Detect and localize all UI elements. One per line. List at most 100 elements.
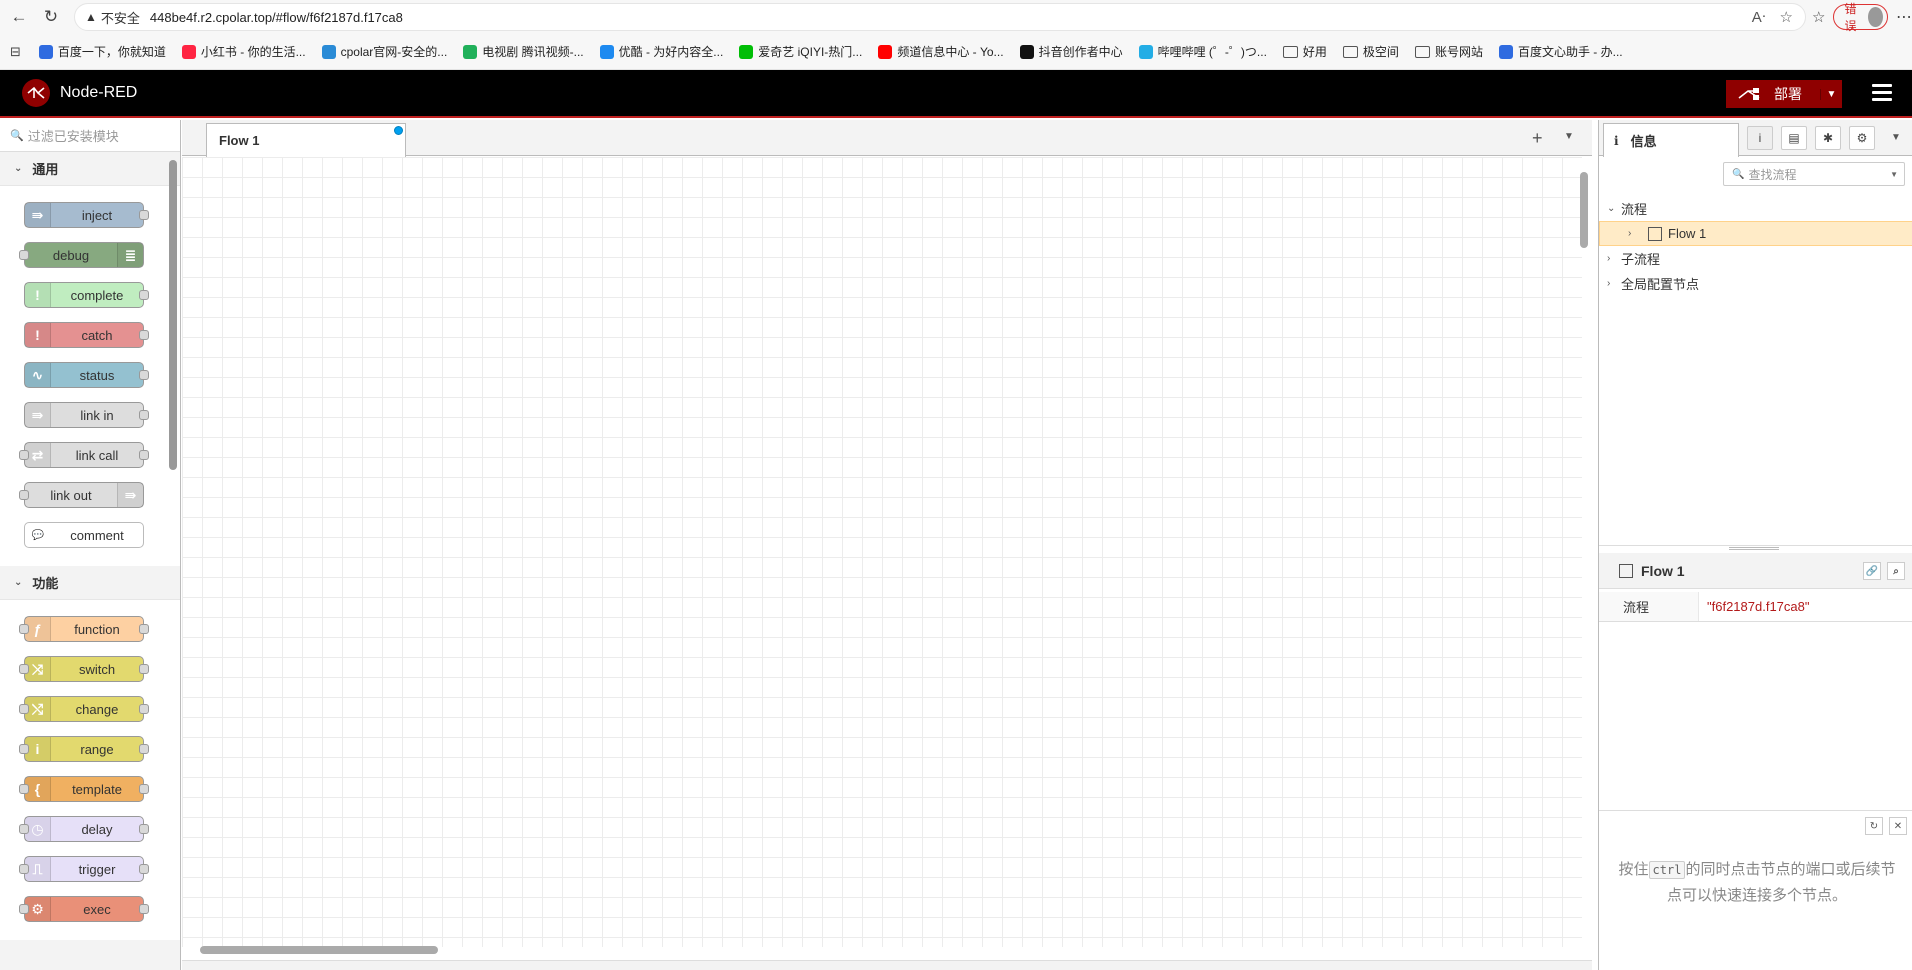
node-icon: ⇛	[25, 203, 51, 227]
palette-node[interactable]: 💬 comment	[24, 522, 144, 548]
bookmark-label: 哔哩哔哩 (゜-゜)つ...	[1157, 45, 1267, 59]
bookmark-item[interactable]: 抖音创作者中心	[1019, 43, 1123, 60]
node-output-port	[139, 624, 149, 634]
tab-info[interactable]: i 信息	[1603, 123, 1739, 157]
changed-indicator	[394, 126, 403, 135]
address-bar[interactable]: ▲ 不安全 448be4f.r2.cpolar.top/#flow/f6f218…	[74, 3, 1806, 31]
node-output-port	[139, 410, 149, 420]
back-icon[interactable]: ←	[6, 4, 32, 30]
tab-flow-1[interactable]: Flow 1	[206, 123, 406, 157]
node-input-port	[19, 744, 29, 754]
debug-bug-icon[interactable]: ✱	[1815, 126, 1841, 150]
node-icon: !	[25, 323, 51, 347]
palette-node[interactable]: ⇄ link call	[19, 442, 149, 468]
link-icon[interactable]: 🔗	[1863, 562, 1881, 580]
tab-actions-icon[interactable]: ⊟	[10, 44, 21, 60]
palette-node[interactable]: ⇛ link in	[24, 402, 149, 428]
favorites-icon[interactable]: ☆	[1812, 8, 1825, 26]
palette-node[interactable]: ƒ function	[19, 616, 149, 642]
search-icon: 🔍	[10, 130, 24, 142]
bookmark-item[interactable]: 小红书 - 你的生活...	[181, 43, 306, 60]
node-output-port	[139, 744, 149, 754]
palette-category-header[interactable]: ⌄ 通用	[0, 152, 180, 186]
profile-error-button[interactable]: 错误	[1833, 2, 1888, 33]
bookmark-item[interactable]: 百度文心助手 - 办...	[1498, 43, 1623, 60]
palette-node[interactable]: ◷ delay	[19, 816, 149, 842]
workspace-tabs: Flow 1 + ▼	[182, 120, 1592, 157]
flow-canvas[interactable]	[182, 157, 1582, 947]
bookmark-item[interactable]: 账号网站	[1414, 43, 1483, 60]
canvas-vertical-scrollbar[interactable]	[1580, 172, 1588, 248]
palette-node[interactable]: ⤨ switch	[19, 656, 149, 682]
sidebar-splitter[interactable]	[1599, 545, 1912, 553]
prop-key: 流程	[1599, 592, 1699, 621]
node-label: link in	[80, 407, 114, 423]
flow-list-caret-icon[interactable]: ▼	[1564, 131, 1574, 142]
flow-search-input[interactable]: 🔍 查找流程 ▼	[1723, 162, 1905, 186]
palette-node[interactable]: ⚙ exec	[19, 896, 149, 922]
node-label: complete	[70, 287, 124, 303]
deploy-menu-caret-icon[interactable]: ▼	[1820, 88, 1842, 100]
bookmark-label: 优酷 - 为好内容全...	[618, 45, 724, 59]
tree-subflows[interactable]: › 子流程	[1599, 246, 1912, 271]
canvas-horizontal-scrollbar[interactable]	[200, 946, 438, 954]
sidebar-tabs-caret-icon[interactable]: ▼	[1891, 132, 1901, 143]
node-label: function	[74, 621, 120, 637]
bookmark-label: 抖音创作者中心	[1038, 45, 1123, 59]
props-header: Flow 1 🔗 ⌕	[1599, 553, 1912, 589]
bookmark-item[interactable]: 哔哩哔哩 (゜-゜)つ...	[1138, 43, 1267, 60]
node-label: link call	[75, 447, 119, 463]
deploy-button[interactable]: 部署 ▼	[1726, 80, 1842, 108]
error-label: 错误	[1844, 2, 1857, 33]
palette-node[interactable]: ⤭ change	[19, 696, 149, 722]
chevron-down-icon[interactable]: ▼	[1890, 170, 1898, 179]
node-input-port	[19, 704, 29, 714]
palette-node[interactable]: ! complete	[24, 282, 149, 308]
search-icon[interactable]: ⌕	[1887, 562, 1905, 580]
palette-node[interactable]: ⇛ inject	[24, 202, 149, 228]
main-menu-icon[interactable]	[1872, 84, 1892, 104]
bookmark-item[interactable]: 优酷 - 为好内容全...	[599, 43, 724, 60]
tree-flows[interactable]: ⌄ 流程	[1599, 196, 1912, 221]
bookmark-label: 好用	[1302, 45, 1327, 59]
more-icon[interactable]: ⋯	[1896, 7, 1912, 27]
info-tab-icon[interactable]: i	[1747, 126, 1773, 150]
palette-node[interactable]: ! catch	[24, 322, 149, 348]
palette-search-input[interactable]: 🔍 过滤已安装模块	[0, 120, 180, 152]
deploy-label: 部署	[1774, 86, 1802, 102]
bookmark-item[interactable]: 好用	[1282, 43, 1327, 60]
site-favicon-icon	[1019, 44, 1034, 59]
chevron-right-icon: ›	[1607, 278, 1611, 289]
bookmark-item[interactable]: cpolar官网-安全的...	[321, 43, 447, 60]
bookmark-item[interactable]: 极空间	[1342, 43, 1399, 60]
palette-category-header[interactable]: ⌄ 功能	[0, 566, 180, 600]
bookmark-item[interactable]: 百度一下，你就知道	[38, 43, 166, 60]
palette-node[interactable]: debug ≣	[19, 242, 144, 268]
palette-node[interactable]: ⎍ trigger	[19, 856, 149, 882]
close-icon[interactable]: ✕	[1889, 817, 1907, 835]
palette-node[interactable]: {template	[19, 776, 149, 802]
flow-tree: ⌄ 流程 › Flow 1 › 子流程 › 全局配置节点	[1599, 196, 1912, 296]
bookmark-label: 百度一下，你就知道	[57, 45, 166, 59]
url-text[interactable]: 448be4f.r2.cpolar.top/#flow/f6f2187d.f17…	[150, 10, 403, 25]
palette-node[interactable]: ∿ status	[24, 362, 149, 388]
palette-node[interactable]: i range	[19, 736, 149, 762]
refresh-icon[interactable]: ↻	[1865, 817, 1883, 835]
help-book-icon[interactable]: ▤	[1781, 126, 1807, 150]
read-aloud-icon[interactable]: Aᐧ	[1752, 8, 1766, 26]
site-favicon-icon	[1498, 44, 1513, 59]
palette-scrollbar[interactable]	[169, 160, 177, 470]
tree-flow-item[interactable]: › Flow 1	[1599, 221, 1912, 246]
add-flow-icon[interactable]: +	[1532, 128, 1543, 149]
app-title: Node-RED	[60, 84, 138, 101]
favorite-star-icon[interactable]: ☆	[1780, 8, 1793, 26]
reload-icon[interactable]: ↻	[38, 4, 64, 30]
palette-node[interactable]: link out ⇛	[19, 482, 144, 508]
bookmark-item[interactable]: 频道信息中心 - Yo...	[878, 43, 1004, 60]
bookmark-item[interactable]: 电视剧 腾讯视频-...	[463, 43, 584, 60]
config-gear-icon[interactable]: ⚙	[1849, 126, 1875, 150]
tree-global-config[interactable]: › 全局配置节点	[1599, 271, 1912, 296]
site-favicon-icon	[739, 44, 754, 59]
bookmark-item[interactable]: 爱奇艺 iQIYI-热门...	[739, 43, 862, 60]
node-label: trigger	[78, 861, 116, 877]
